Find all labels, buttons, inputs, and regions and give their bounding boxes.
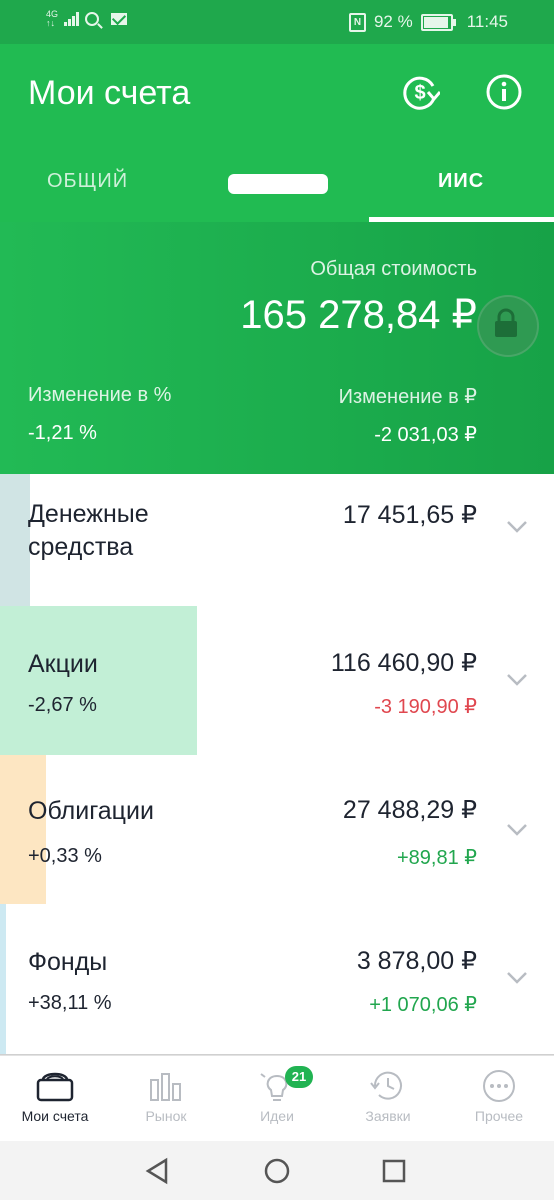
chevron-down-icon[interactable] — [506, 673, 528, 687]
asset-change-rub: +89,81 ₽ — [396, 847, 477, 869]
info-button[interactable] — [484, 72, 524, 112]
chevron-down-icon[interactable] — [506, 823, 528, 837]
clock: 11:45 — [466, 12, 508, 31]
asset-row-stocks[interactable]: Акции -2,67 % 116 460,90 ₽ -3 190,90 ₽ — [0, 606, 554, 756]
change-percent-value: -1,21 % — [28, 422, 97, 444]
search-icon — [85, 12, 100, 26]
chevron-down-icon[interactable] — [506, 520, 528, 534]
page-title: Мои счета — [28, 74, 191, 112]
network-activity-label: ↑↓ — [46, 18, 55, 28]
tab-general[interactable]: ОБЩИЙ — [47, 170, 128, 193]
mail-icon — [111, 13, 128, 25]
info-icon — [486, 74, 522, 110]
wallet-icon — [36, 1072, 74, 1102]
asset-change-rub: -3 190,90 ₽ — [374, 696, 477, 718]
asset-row-funds[interactable]: Фонды +38,11 % 3 878,00 ₽ +1 070,06 ₽ — [0, 904, 554, 1056]
asset-name-line2: средства — [28, 533, 134, 561]
battery-percent: 92 % — [373, 12, 413, 31]
home-circle-icon[interactable] — [263, 1157, 291, 1185]
total-value: 165 278,84 ₽ — [240, 293, 477, 337]
status-bar: 4G ↑↓ N 92 % 11:45 — [0, 0, 554, 44]
tab-redacted[interactable] — [228, 174, 328, 194]
nav-my-accounts[interactable]: Мои счета — [0, 1068, 110, 1124]
asset-name: Облигации — [28, 797, 154, 825]
change-percent-label: Изменение в % — [28, 384, 172, 406]
asset-value: 3 878,00 ₽ — [356, 947, 477, 975]
back-triangle-icon[interactable] — [144, 1157, 172, 1185]
asset-name-line1: Денежные — [28, 500, 149, 528]
app-bar: Мои счета $ — [0, 44, 554, 144]
asset-share-bar — [0, 474, 30, 606]
nav-orders[interactable]: Заявки — [333, 1068, 443, 1124]
asset-name: Акции — [28, 650, 98, 678]
network-type-icon: 4G ↑↓ — [46, 10, 58, 28]
asset-value: 116 460,90 ₽ — [330, 649, 477, 677]
chevron-down-icon[interactable] — [506, 971, 528, 985]
nav-label: Рынок — [145, 1108, 187, 1124]
nav-market[interactable]: Рынок — [111, 1068, 221, 1124]
currency-exchange-button[interactable]: $ — [400, 72, 442, 112]
tab-iis[interactable]: ИИС — [438, 170, 484, 193]
battery-icon — [420, 13, 456, 31]
account-tabs: ОБЩИЙ ИИС — [0, 144, 554, 223]
asset-name: Денежные средства — [28, 498, 149, 564]
ideas-count-badge: 21 — [285, 1066, 313, 1088]
asset-share-bar — [0, 904, 6, 1054]
asset-name: Фонды — [28, 948, 108, 976]
history-clock-icon — [370, 1071, 402, 1100]
recents-square-icon[interactable] — [380, 1157, 408, 1185]
asset-row-bonds[interactable]: Облигации +0,33 % 27 488,29 ₽ +89,81 ₽ — [0, 755, 554, 905]
nav-label: Заявки — [365, 1108, 411, 1124]
system-navigation-bar — [0, 1141, 554, 1200]
nav-ideas[interactable]: 21 Идеи — [222, 1066, 332, 1124]
asset-value: 17 451,65 ₽ — [342, 501, 477, 529]
svg-text:$: $ — [414, 82, 425, 104]
asset-share-bar — [0, 755, 46, 904]
asset-value: 27 488,29 ₽ — [342, 796, 477, 824]
asset-change-percent: +0,33 % — [28, 845, 102, 867]
bottom-navigation: Мои счета Рынок 21 Идеи Заявки Прочее — [0, 1055, 554, 1142]
portfolio-summary: Общая стоимость 165 278,84 ₽ Изменение в… — [0, 222, 554, 474]
currency-exchange-icon: $ — [403, 76, 442, 110]
asset-change-rub: +1 070,06 ₽ — [369, 994, 477, 1016]
nav-more[interactable]: Прочее — [444, 1068, 554, 1124]
asset-change-percent: +38,11 % — [28, 992, 112, 1014]
signal-strength-icon — [64, 12, 80, 26]
nav-label: Прочее — [474, 1108, 524, 1124]
more-dots-icon — [483, 1070, 515, 1102]
asset-change-percent: -2,67 % — [28, 694, 97, 716]
bar-chart-icon — [150, 1073, 181, 1101]
total-value-label: Общая стоимость — [310, 258, 477, 280]
nav-label: Идеи — [260, 1108, 294, 1124]
nfc-icon: N — [348, 12, 366, 32]
nav-label: Мои счета — [21, 1108, 89, 1124]
change-rub-value: -2 031,03 ₽ — [374, 424, 477, 446]
lock-icon — [495, 308, 517, 337]
change-rub-label: Изменение в ₽ — [338, 386, 477, 408]
asset-row-cash[interactable]: Денежные средства 17 451,65 ₽ — [0, 474, 554, 607]
lock-button[interactable] — [477, 295, 539, 357]
